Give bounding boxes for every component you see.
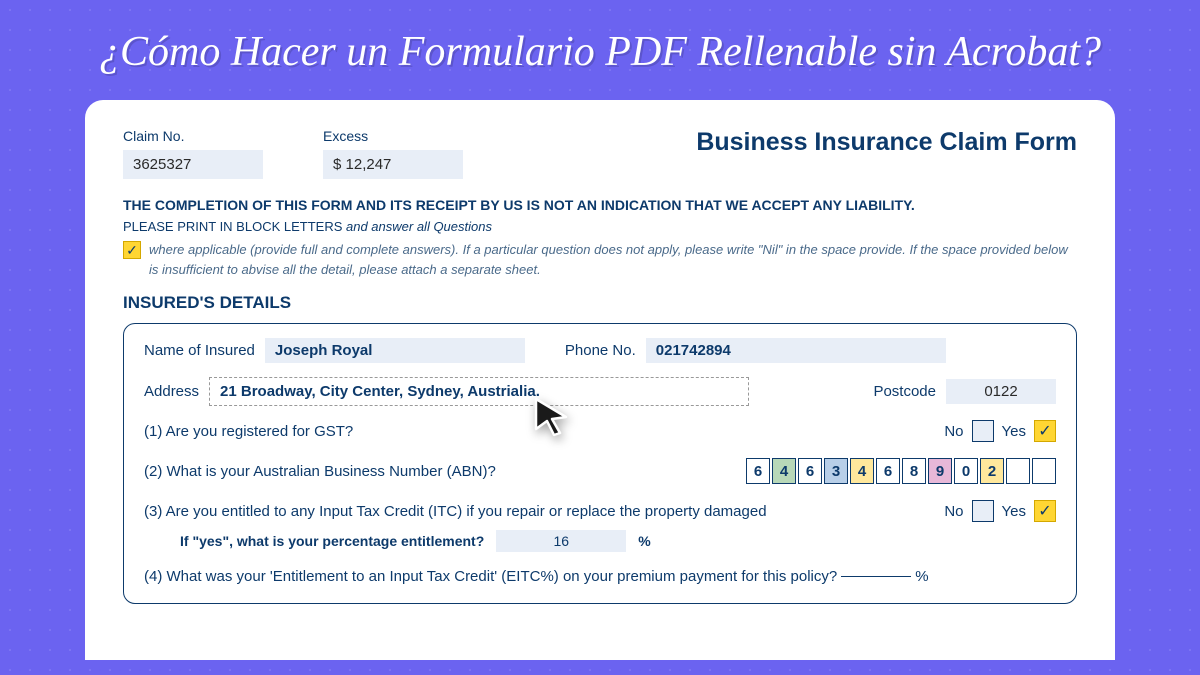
- excess-field[interactable]: $ 12,247: [323, 150, 463, 179]
- yes-label: Yes: [1002, 503, 1026, 520]
- abn-digit[interactable]: [1006, 458, 1030, 484]
- abn-digit[interactable]: 2: [980, 458, 1004, 484]
- q4-blank-input[interactable]: [841, 576, 911, 577]
- address-label: Address: [144, 383, 199, 400]
- question-3-sub: If "yes", what is your percentage entitl…: [180, 533, 484, 549]
- phone-label: Phone No.: [565, 342, 636, 359]
- percent-symbol: %: [638, 533, 650, 549]
- checkmark-icon: ✓: [123, 241, 141, 259]
- abn-digit[interactable]: 9: [928, 458, 952, 484]
- abn-digit[interactable]: 6: [798, 458, 822, 484]
- disclaimer-text: THE COMPLETION OF THIS FORM AND ITS RECE…: [123, 197, 1077, 213]
- abn-digit[interactable]: [1032, 458, 1056, 484]
- abn-digit[interactable]: 4: [850, 458, 874, 484]
- no-label: No: [944, 423, 963, 440]
- percentage-input[interactable]: 16: [496, 530, 626, 552]
- form-card: Claim No. 3625327 Excess $ 12,247 Busine…: [85, 100, 1115, 660]
- question-2: (2) What is your Australian Business Num…: [144, 463, 496, 480]
- q3-yes-checkbox[interactable]: ✓: [1034, 500, 1056, 522]
- question-3: (3) Are you entitled to any Input Tax Cr…: [144, 503, 767, 520]
- q3-no-checkbox[interactable]: [972, 500, 994, 522]
- abn-digit[interactable]: 6: [746, 458, 770, 484]
- name-input[interactable]: Joseph Royal: [265, 338, 525, 363]
- phone-input[interactable]: 021742894: [646, 338, 946, 363]
- question-1: (1) Are you registered for GST?: [144, 423, 353, 440]
- excess-label: Excess: [323, 128, 463, 144]
- postcode-label: Postcode: [873, 383, 936, 400]
- banner-title: ¿Cómo Hacer un Formulario PDF Rellenable…: [0, 28, 1200, 76]
- form-title: Business Insurance Claim Form: [696, 128, 1077, 157]
- abn-digit[interactable]: 8: [902, 458, 926, 484]
- percent-symbol: %: [915, 568, 928, 585]
- question-4: (4) What was your 'Entitlement to an Inp…: [144, 568, 837, 585]
- no-label: No: [944, 503, 963, 520]
- address-input[interactable]: 21 Broadway, City Center, Sydney, Austri…: [209, 377, 749, 406]
- name-label: Name of Insured: [144, 342, 255, 359]
- q1-yes-checkbox[interactable]: ✓: [1034, 420, 1056, 442]
- claim-no-field[interactable]: 3625327: [123, 150, 263, 179]
- postcode-input[interactable]: 0122: [946, 379, 1056, 404]
- section-title: INSURED'S DETAILS: [123, 293, 1077, 313]
- yes-label: Yes: [1002, 423, 1026, 440]
- claim-no-label: Claim No.: [123, 128, 263, 144]
- q1-no-checkbox[interactable]: [972, 420, 994, 442]
- abn-boxes[interactable]: 6463468902: [746, 458, 1056, 484]
- abn-digit[interactable]: 0: [954, 458, 978, 484]
- print-instruction: PLEASE PRINT IN BLOCK LETTERS and answer…: [123, 219, 1077, 234]
- abn-digit[interactable]: 3: [824, 458, 848, 484]
- insured-details-box: Name of Insured Joseph Royal Phone No. 0…: [123, 323, 1077, 604]
- abn-digit[interactable]: 6: [876, 458, 900, 484]
- abn-digit[interactable]: 4: [772, 458, 796, 484]
- applicable-note: where applicable (provide full and compl…: [149, 240, 1077, 279]
